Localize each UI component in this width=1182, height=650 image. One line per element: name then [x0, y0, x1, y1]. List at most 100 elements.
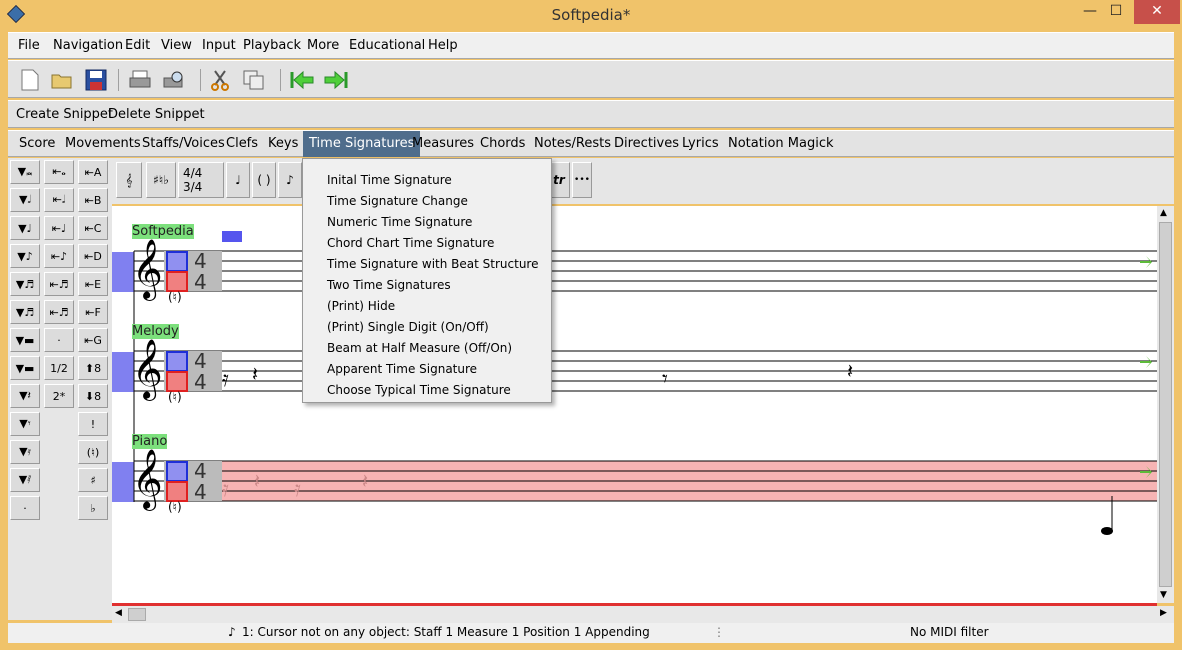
menu-more[interactable]: More: [307, 38, 339, 53]
menu-item-time-signature-beat-structure[interactable]: Time Signature with Beat Structure: [327, 257, 538, 271]
note-b-label: B: [93, 193, 102, 207]
insert-32nd-button[interactable]: ▼♬: [10, 300, 40, 324]
svg-text:𝄿: 𝄿: [294, 477, 301, 502]
go-end-icon[interactable]: [322, 67, 350, 93]
tab-notation-magick[interactable]: Notation Magick: [722, 131, 840, 157]
open-folder-icon[interactable]: [48, 67, 76, 93]
tab-measures[interactable]: Measures: [406, 131, 480, 157]
delete-snippet-button[interactable]: Delete Snippet: [108, 107, 205, 122]
note-b-button[interactable]: ⇤ B: [78, 188, 108, 212]
menu-input[interactable]: Input: [202, 38, 236, 53]
octave-down-button[interactable]: ⬇ 8: [78, 384, 108, 408]
eighth-note-button[interactable]: ⇤♪: [44, 244, 74, 268]
print-preview-icon[interactable]: [160, 67, 188, 93]
grace-note-button[interactable]: ♪: [278, 162, 302, 198]
sharp-button[interactable]: ♯: [78, 468, 108, 492]
tab-lyrics[interactable]: Lyrics: [676, 131, 725, 157]
note-f-button[interactable]: ⇤ F: [78, 300, 108, 324]
new-file-icon[interactable]: [16, 67, 44, 93]
insert-sixteenth-rest-button[interactable]: ▼𝄿: [10, 440, 40, 464]
time-top-2: 4: [194, 349, 207, 373]
go-start-icon[interactable]: [288, 67, 316, 93]
hscroll-thumb[interactable]: [128, 608, 146, 621]
flat-button[interactable]: ♭: [78, 496, 108, 520]
dot-button[interactable]: ·: [44, 328, 74, 352]
note-e-button[interactable]: ⇤ E: [78, 272, 108, 296]
insert-32nd-rest-button[interactable]: ▼𝅀: [10, 468, 40, 492]
menu-item-initial-time-signature[interactable]: Inital Time Signature: [327, 173, 452, 187]
save-icon[interactable]: [82, 67, 110, 93]
scroll-down-icon[interactable]: ▼: [1160, 590, 1167, 600]
horizontal-scrollbar[interactable]: ◀ ▶: [112, 606, 1174, 623]
menu-item-two-time-signatures[interactable]: Two Time Signatures: [327, 278, 451, 292]
tab-notes-rests[interactable]: Notes/Rests: [528, 131, 617, 157]
cut-icon[interactable]: [206, 67, 234, 93]
insert-dot-button[interactable]: ·: [10, 496, 40, 520]
menu-file[interactable]: File: [18, 38, 40, 53]
note-a-button[interactable]: ⇤ A: [78, 160, 108, 184]
menu-item-choose-typical-time-signature[interactable]: Choose Typical Time Signature: [327, 383, 511, 397]
32nd-note-button[interactable]: ⇤♬: [44, 300, 74, 324]
menu-item-chord-chart-time-signature[interactable]: Chord Chart Time Signature: [327, 236, 494, 250]
quarter-note-button[interactable]: ⇤♩: [44, 216, 74, 240]
scroll-right-icon[interactable]: ▶: [1160, 608, 1167, 618]
menu-help[interactable]: Help: [428, 38, 458, 53]
print-icon[interactable]: [126, 67, 154, 93]
cautionary-button[interactable]: !: [78, 412, 108, 436]
note-g-button[interactable]: ⇤ G: [78, 328, 108, 352]
tab-time-signatures[interactable]: Time Signatures: [303, 131, 421, 157]
menu-item-print-hide[interactable]: (Print) Hide: [327, 299, 395, 313]
insert-half-rest-button[interactable]: ▼▬: [10, 356, 40, 380]
copy-icon[interactable]: [240, 67, 268, 93]
scroll-left-icon[interactable]: ◀: [115, 608, 122, 618]
tab-chords[interactable]: Chords: [474, 131, 531, 157]
menu-view[interactable]: View: [161, 38, 192, 53]
insert-sixteenth-button[interactable]: ▼♬: [10, 272, 40, 296]
tab-keys[interactable]: Keys: [262, 131, 304, 157]
insert-quarter-rest-button[interactable]: ▼𝄽: [10, 384, 40, 408]
menu-item-numeric-time-signature[interactable]: Numeric Time Signature: [327, 215, 472, 229]
note-d-button[interactable]: ⇤ D: [78, 244, 108, 268]
half-duration-button[interactable]: 1/2: [44, 356, 74, 380]
time-signature-button[interactable]: 4/4 3/4: [178, 162, 224, 198]
maximize-button[interactable]: ☐: [1106, 0, 1126, 24]
dotted-note-button[interactable]: ♩: [226, 162, 250, 198]
tab-score[interactable]: Score: [13, 131, 61, 157]
menu-item-apparent-time-signature[interactable]: Apparent Time Signature: [327, 362, 477, 376]
whole-note-button[interactable]: ⇤𝅝: [44, 160, 74, 184]
natural-button[interactable]: (♮): [78, 440, 108, 464]
tab-staffs-voices[interactable]: Staffs/Voices: [136, 131, 231, 157]
more-button[interactable]: •••: [572, 162, 592, 198]
note-c-button[interactable]: ⇤ C: [78, 216, 108, 240]
close-button[interactable]: ✕: [1134, 0, 1180, 24]
sixteenth-note-button[interactable]: ⇤♬: [44, 272, 74, 296]
scroll-thumb[interactable]: [1159, 222, 1172, 587]
menu-item-print-single-digit[interactable]: (Print) Single Digit (On/Off): [327, 320, 489, 334]
clef-button[interactable]: 𝄞: [116, 162, 142, 198]
vertical-scrollbar[interactable]: ▲ ▼: [1157, 206, 1174, 603]
insert-whole-rest-button[interactable]: ▼▬: [10, 328, 40, 352]
insert-eighth-button[interactable]: ▼♪: [10, 244, 40, 268]
parentheses-button[interactable]: ( ): [252, 162, 276, 198]
menu-edit[interactable]: Edit: [125, 38, 150, 53]
tab-directives[interactable]: Directives: [608, 131, 685, 157]
menu-playback[interactable]: Playback: [243, 38, 301, 53]
insert-breve-button[interactable]: ▼𝅜: [10, 160, 40, 184]
key-signature-button[interactable]: ♯♮♭: [146, 162, 176, 198]
create-snippet-button[interactable]: Create Snippet: [16, 107, 113, 122]
octave-up-button[interactable]: ⬆ 8: [78, 356, 108, 380]
scroll-up-icon[interactable]: ▲: [1160, 208, 1167, 218]
insert-quarter-button[interactable]: ▼♩: [10, 216, 40, 240]
insert-eighth-rest-button[interactable]: ▼𝄾: [10, 412, 40, 436]
score-canvas[interactable]: 𝄿 𝄽 𝄾 𝄽 𝄿 𝄽 𝄿 𝄽 Softpedia 𝄞 4 4 (♮) Melo…: [112, 206, 1157, 603]
tab-movements[interactable]: Movements: [59, 131, 147, 157]
double-duration-button[interactable]: 2*: [44, 384, 74, 408]
menu-item-beam-half-measure[interactable]: Beam at Half Measure (Off/On): [327, 341, 512, 355]
menu-item-time-signature-change[interactable]: Time Signature Change: [327, 194, 468, 208]
menu-educational[interactable]: Educational: [349, 38, 425, 53]
menu-navigation[interactable]: Navigation: [53, 38, 123, 53]
half-note-button[interactable]: ⇤𝅗𝅥: [44, 188, 74, 212]
tab-clefs[interactable]: Clefs: [220, 131, 264, 157]
minimize-button[interactable]: —: [1080, 0, 1100, 24]
insert-half-button[interactable]: ▼𝅗𝅥: [10, 188, 40, 212]
